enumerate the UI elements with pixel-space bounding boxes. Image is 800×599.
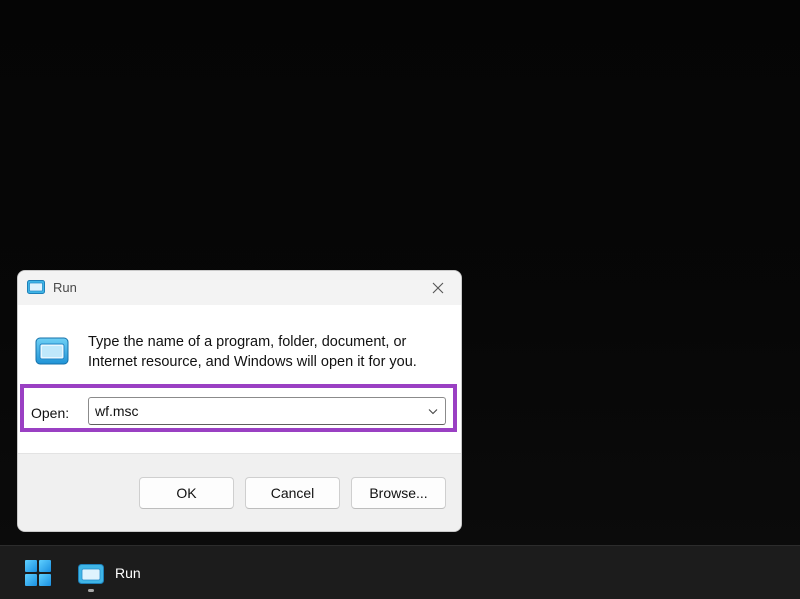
run-icon <box>35 337 69 365</box>
close-icon <box>432 282 444 294</box>
taskbar-item-label: Run <box>115 565 141 581</box>
run-dialog: Run Type the name of a program, folder, … <box>17 270 462 532</box>
run-icon <box>27 280 45 294</box>
run-icon <box>78 564 104 584</box>
browse-button[interactable]: Browse... <box>351 477 446 509</box>
open-label: Open: <box>31 405 70 421</box>
start-button[interactable] <box>20 555 56 591</box>
dialog-description: Type the name of a program, folder, docu… <box>88 334 417 370</box>
taskbar: Run <box>0 545 800 599</box>
dialog-footer: OK Cancel Browse... <box>18 453 461 531</box>
open-input[interactable] <box>95 398 415 424</box>
dialog-titlebar[interactable]: Run <box>18 271 461 305</box>
dialog-title: Run <box>53 280 77 295</box>
close-button[interactable] <box>415 271 461 305</box>
taskbar-item-run[interactable]: Run <box>72 553 152 593</box>
cancel-button[interactable]: Cancel <box>245 477 340 509</box>
windows-start-icon <box>25 560 51 586</box>
chevron-down-icon <box>428 408 438 414</box>
active-indicator <box>88 589 94 592</box>
ok-button[interactable]: OK <box>139 477 234 509</box>
open-combobox[interactable] <box>88 397 446 425</box>
open-dropdown-button[interactable] <box>421 398 445 424</box>
